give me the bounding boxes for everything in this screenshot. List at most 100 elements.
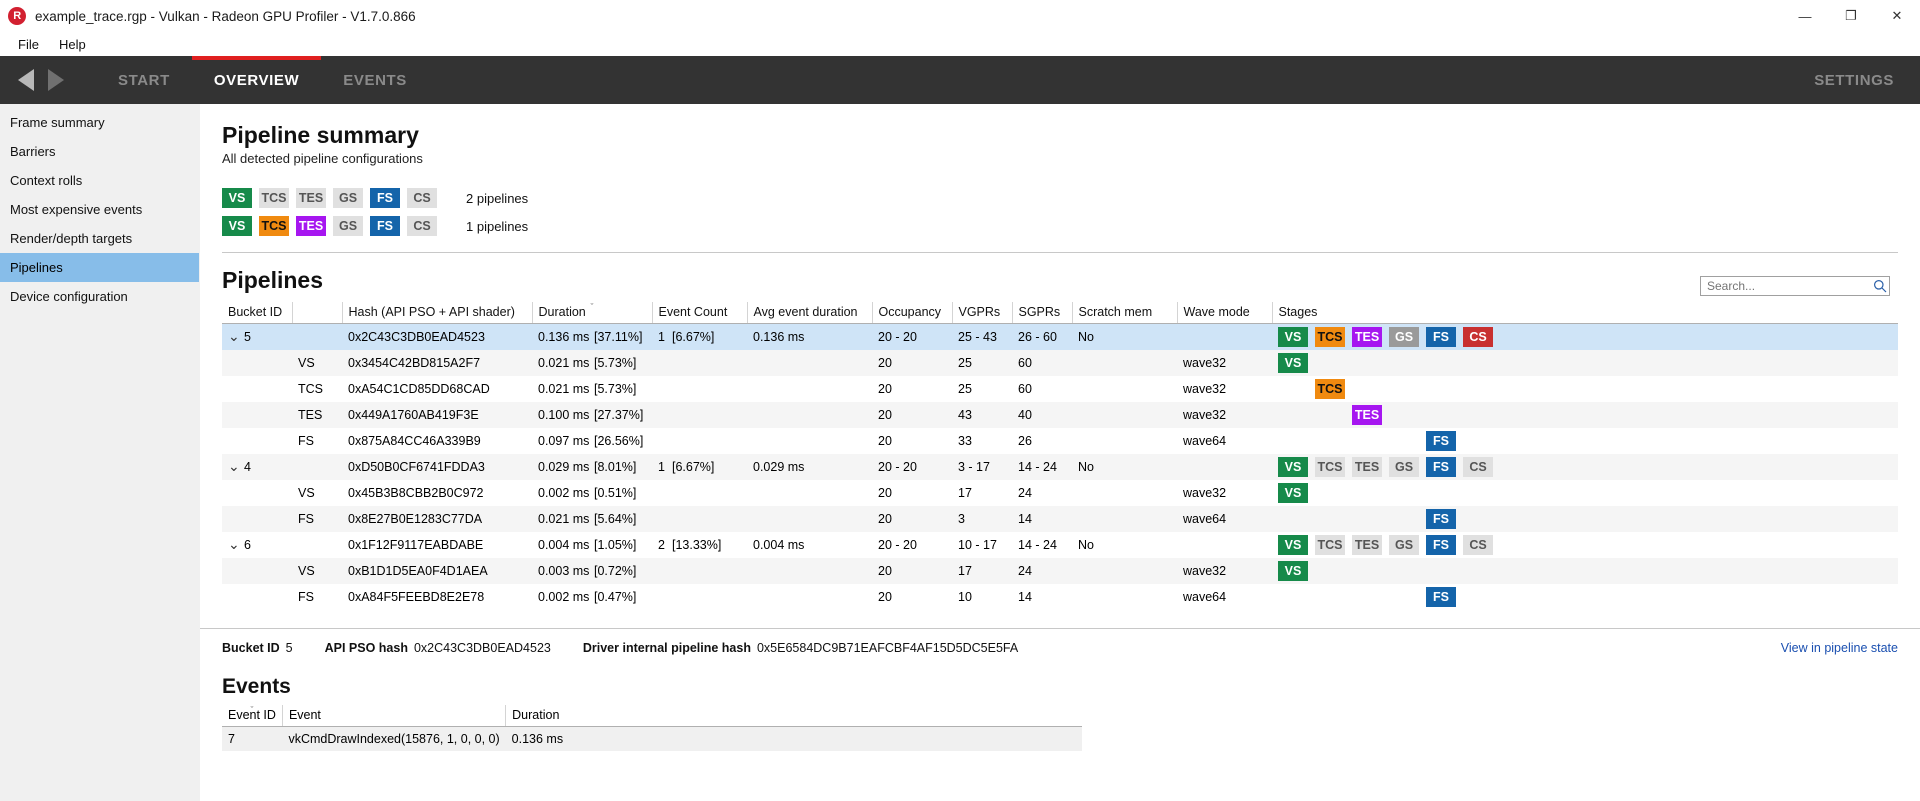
col-sgprs[interactable]: SGPRs	[1012, 302, 1072, 324]
col-vgprs[interactable]: VGPRs	[952, 302, 1012, 324]
chevron-down-icon[interactable]: ⌄	[228, 462, 240, 470]
col-event[interactable]: Event	[282, 705, 505, 727]
cell-stage-name	[292, 324, 342, 351]
col-bucket-id[interactable]: Bucket ID	[222, 302, 292, 324]
cell-vgprs: 10 - 17	[952, 532, 1012, 558]
col-event-duration[interactable]: Duration	[506, 705, 1082, 727]
sidebar-item-most-expensive-events[interactable]: Most expensive events	[0, 195, 199, 224]
stage-badge-fs: FS	[1426, 587, 1456, 607]
sidebar-item-frame-summary[interactable]: Frame summary	[0, 108, 199, 137]
cell-bucket-id	[222, 428, 292, 454]
table-row[interactable]: ⌄50x2C43C3DB0EAD45230.136 ms[37.11%]1[6.…	[222, 324, 1898, 351]
duration-percent: [27.37%]	[594, 408, 643, 422]
cell-avg-event-duration	[747, 402, 872, 428]
stage-badge-gs: GS	[333, 188, 363, 208]
menu-file[interactable]: File	[8, 34, 49, 55]
events-section: ˇ Event ID Event Duration 7vkCmdDrawInde…	[200, 705, 1920, 751]
view-in-pipeline-state-link[interactable]: View in pipeline state	[1781, 641, 1898, 655]
chevron-down-icon[interactable]: ⌄	[228, 540, 240, 548]
cell-wave-mode: wave32	[1177, 350, 1272, 376]
col-occupancy[interactable]: Occupancy	[872, 302, 952, 324]
sidebar-item-context-rolls[interactable]: Context rolls	[0, 166, 199, 195]
table-row[interactable]: FS0xA84F5FEEBD8E2E780.002 ms[0.47%]20101…	[222, 584, 1898, 610]
stage-badge-cs: CS	[1463, 457, 1493, 477]
table-row[interactable]: TCS0xA54C1CD85DD68CAD0.021 ms[5.73%]2025…	[222, 376, 1898, 402]
stage-badge-tes: TES	[1352, 405, 1382, 425]
col-event-count[interactable]: Event Count	[652, 302, 747, 324]
col-hash[interactable]: Hash (API PSO + API shader)	[342, 302, 532, 324]
duration-percent: [5.73%]	[594, 356, 636, 370]
detail-bucket-id-label: Bucket ID	[222, 641, 280, 655]
col-event-id[interactable]: ˇ Event ID	[222, 705, 282, 727]
table-row[interactable]: VS0x45B3B8CBB2B0C9720.002 ms[0.51%]20172…	[222, 480, 1898, 506]
bucket-id-value: 6	[244, 538, 251, 552]
sidebar-item-pipelines[interactable]: Pipelines	[0, 253, 199, 282]
table-row[interactable]: VS0xB1D1D5EA0F4D1AEA0.003 ms[0.72%]20172…	[222, 558, 1898, 584]
table-row[interactable]: VS0x3454C42BD815A2F70.021 ms[5.73%]20256…	[222, 350, 1898, 376]
table-row[interactable]: ⌄60x1F12F9117EABDABE0.004 ms[1.05%]2[13.…	[222, 532, 1898, 558]
cell-duration: 0.003 ms[0.72%]	[532, 558, 652, 584]
stage-slot-empty	[1352, 509, 1382, 529]
pipeline-config-count: 1 pipelines	[466, 219, 528, 234]
maximize-button[interactable]: ❐	[1828, 0, 1874, 32]
search-input[interactable]	[1705, 278, 1873, 294]
table-row[interactable]: FS0x8E27B0E1283C77DA0.021 ms[5.64%]20314…	[222, 506, 1898, 532]
cell-bucket-id	[222, 376, 292, 402]
cell-stage-name	[292, 454, 342, 480]
table-row[interactable]: TES0x449A1760AB419F3E0.100 ms[27.37%]204…	[222, 402, 1898, 428]
cell-event-count	[652, 584, 747, 610]
settings-button[interactable]: SETTINGS	[1788, 56, 1920, 104]
cell-event-count	[652, 376, 747, 402]
event-row[interactable]: 7vkCmdDrawIndexed(15876, 1, 0, 0, 0)0.13…	[222, 727, 1082, 751]
cell-occupancy: 20	[872, 584, 952, 610]
table-row[interactable]: FS0x875A84CC46A339B90.097 ms[26.56%]2033…	[222, 428, 1898, 454]
col-avg-event-duration[interactable]: Avg event duration	[747, 302, 872, 324]
forward-arrow-icon[interactable]	[48, 69, 64, 91]
stage-badge-fs: FS	[370, 188, 400, 208]
body: Frame summary Barriers Context rolls Mos…	[0, 104, 1920, 801]
pipeline-config-row[interactable]: VSTCSTESGSFSCS2 pipelines	[222, 188, 1898, 208]
cell-occupancy: 20 - 20	[872, 454, 952, 480]
events-table-head: ˇ Event ID Event Duration	[222, 705, 1082, 727]
stage-slot-empty	[1315, 431, 1345, 451]
tab-events[interactable]: EVENTS	[321, 56, 429, 104]
stage-badge-fs: FS	[1426, 509, 1456, 529]
cell-vgprs: 17	[952, 558, 1012, 584]
cell-event-count: 2[13.33%]	[652, 532, 747, 558]
stage-slot-empty	[1463, 587, 1493, 607]
stage-slot-empty	[1315, 405, 1345, 425]
cell-duration: 0.021 ms[5.64%]	[532, 506, 652, 532]
stage-badge-gs: GS	[1389, 327, 1419, 347]
chevron-down-icon[interactable]: ⌄	[228, 332, 240, 340]
stage-slot-empty	[1315, 353, 1345, 373]
menu-help[interactable]: Help	[49, 34, 96, 55]
stage-badge-fs: FS	[1426, 431, 1456, 451]
cell-scratch-mem: No	[1072, 454, 1177, 480]
main-content: Pipeline summary All detected pipeline c…	[200, 104, 1920, 801]
tab-overview[interactable]: OVERVIEW	[192, 56, 321, 104]
col-duration[interactable]: ˇ Duration	[532, 302, 652, 324]
search-box[interactable]	[1700, 276, 1890, 296]
pipeline-config-row[interactable]: VSTCSTESGSFSCS1 pipelines	[222, 216, 1898, 236]
duration-value: 0.029 ms	[538, 460, 594, 474]
col-scratch-mem[interactable]: Scratch mem	[1072, 302, 1177, 324]
section-divider	[222, 252, 1898, 253]
events-table: ˇ Event ID Event Duration 7vkCmdDrawInde…	[222, 705, 1082, 751]
cell-stages: VS	[1272, 350, 1898, 376]
col-stages[interactable]: Stages	[1272, 302, 1898, 324]
cell-event-count	[652, 480, 747, 506]
tab-start[interactable]: START	[96, 56, 192, 104]
cell-occupancy: 20	[872, 376, 952, 402]
magnifier-icon[interactable]	[1873, 279, 1887, 293]
stage-slot-empty	[1389, 509, 1419, 529]
col-wave-mode[interactable]: Wave mode	[1177, 302, 1272, 324]
table-row[interactable]: ⌄40xD50B0CF6741FDDA30.029 ms[8.01%]1[6.6…	[222, 454, 1898, 480]
cell-wave-mode: wave64	[1177, 584, 1272, 610]
minimize-button[interactable]: —	[1782, 0, 1828, 32]
sidebar-item-barriers[interactable]: Barriers	[0, 137, 199, 166]
sidebar-item-device-configuration[interactable]: Device configuration	[0, 282, 199, 311]
duration-percent: [0.51%]	[594, 486, 636, 500]
close-button[interactable]: ✕	[1874, 0, 1920, 32]
sidebar-item-render-depth-targets[interactable]: Render/depth targets	[0, 224, 199, 253]
back-arrow-icon[interactable]	[18, 69, 34, 91]
